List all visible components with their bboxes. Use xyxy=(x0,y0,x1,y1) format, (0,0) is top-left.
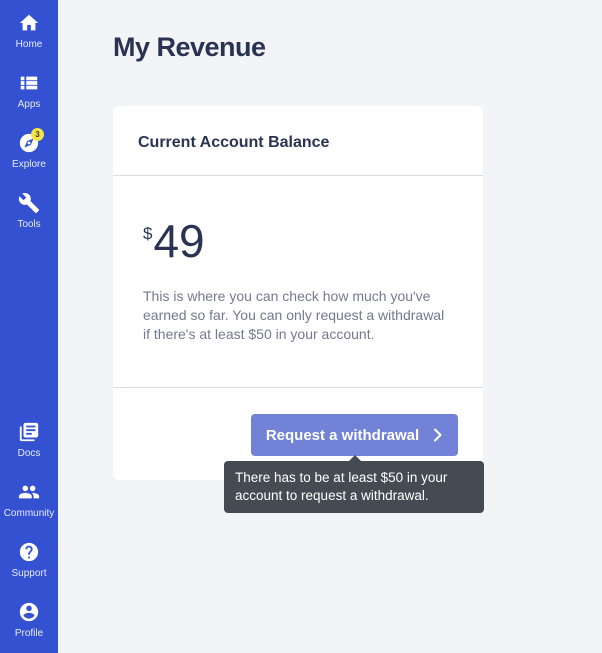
sidebar-item-profile[interactable]: Profile xyxy=(0,601,58,639)
sidebar-item-apps[interactable]: Apps xyxy=(0,72,58,110)
page-title: My Revenue xyxy=(113,32,266,62)
help-icon xyxy=(18,541,40,563)
request-withdrawal-button[interactable]: Request a withdrawal xyxy=(251,414,458,456)
sidebar-item-home[interactable]: Home xyxy=(0,12,58,50)
balance-card: Current Account Balance $ 49 This is whe… xyxy=(113,106,483,480)
sidebar-item-label: Apps xyxy=(17,99,41,110)
explore-badge: 3 xyxy=(31,128,44,141)
sidebar-item-label: Explore xyxy=(12,159,46,170)
balance-description: This is where you can check how much you… xyxy=(143,288,445,342)
sidebar-item-label: Docs xyxy=(17,448,41,459)
sidebar-item-explore[interactable]: 3 Explore xyxy=(0,128,58,170)
sidebar-item-label: Community xyxy=(3,508,55,519)
card-header: Current Account Balance xyxy=(113,106,483,176)
community-icon xyxy=(18,481,40,503)
sidebar-item-label: Support xyxy=(11,568,47,579)
tooltip-text: There has to be at least $50 in your acc… xyxy=(235,470,448,503)
tooltip-arrow xyxy=(349,455,361,461)
sidebar-item-docs[interactable]: Docs xyxy=(0,421,58,459)
withdrawal-tooltip: There has to be at least $50 in your acc… xyxy=(224,455,484,513)
sidebar-item-label: Home xyxy=(15,39,43,50)
request-withdrawal-label: Request a withdrawal xyxy=(265,426,420,444)
balance-value: 49 xyxy=(153,215,205,267)
currency-symbol: $ xyxy=(143,224,153,243)
explore-icon: 3 xyxy=(18,128,44,154)
sidebar-item-label: Profile xyxy=(14,628,44,639)
sidebar-item-tools[interactable]: Tools xyxy=(0,192,58,230)
sidebar-item-community[interactable]: Community xyxy=(0,481,58,519)
wrench-icon xyxy=(18,192,40,214)
card-title: Current Account Balance xyxy=(138,134,330,151)
card-body: $ 49 This is where you can check how muc… xyxy=(113,176,483,388)
balance-amount: $ 49 xyxy=(143,216,205,266)
home-icon xyxy=(18,12,40,34)
docs-icon xyxy=(18,421,40,443)
profile-icon xyxy=(18,601,40,623)
chevron-right-icon xyxy=(433,428,443,442)
sidebar: Home Apps 3 Explore Tools Docs Community xyxy=(0,0,58,653)
sidebar-item-support[interactable]: Support xyxy=(0,541,58,579)
apps-icon xyxy=(18,72,40,94)
sidebar-item-label: Tools xyxy=(17,219,41,230)
